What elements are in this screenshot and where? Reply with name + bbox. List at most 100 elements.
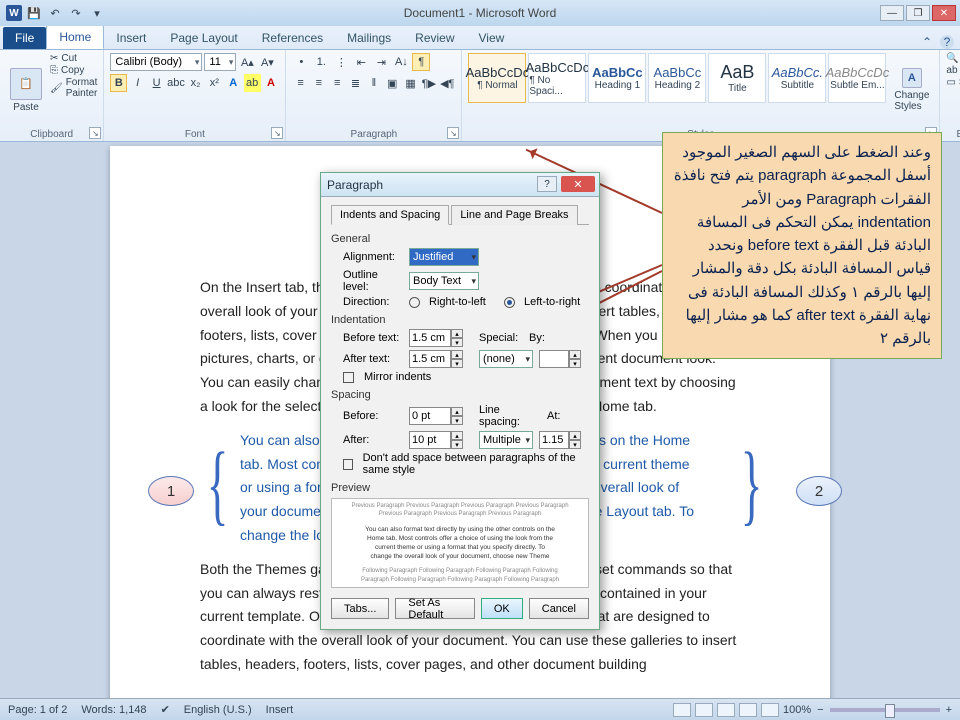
multilevel-button[interactable]: ⋮ — [332, 53, 350, 71]
before-text-spinner[interactable]: ▴▾ — [409, 329, 463, 347]
at-input[interactable] — [539, 431, 569, 449]
increase-indent-button[interactable]: ⇥ — [372, 53, 390, 71]
zoom-in-button[interactable]: + — [946, 704, 952, 716]
dialog-titlebar[interactable]: Paragraph ? ✕ — [321, 173, 599, 197]
view-outline[interactable] — [739, 703, 757, 717]
paste-button[interactable]: 📋 Paste — [6, 53, 46, 127]
text-effects-button[interactable]: A — [225, 74, 242, 92]
by-spinner[interactable]: ▴▾ — [539, 350, 581, 368]
copy-button[interactable]: ⎘Copy — [50, 65, 97, 76]
align-left-button[interactable]: ≡ — [292, 74, 308, 92]
style-heading1[interactable]: AaBbCcHeading 1 — [588, 53, 646, 103]
select-button[interactable]: ▭Select ▾ — [946, 77, 960, 88]
view-web-layout[interactable] — [717, 703, 735, 717]
at-spinner[interactable]: ▴▾ — [539, 431, 581, 449]
status-zoom[interactable]: 100% — [783, 704, 811, 716]
dialog-help-button[interactable]: ? — [537, 176, 557, 192]
minimize-button[interactable]: ― — [880, 5, 904, 21]
dialog-tab-indents[interactable]: Indents and Spacing — [331, 205, 449, 225]
by-input[interactable] — [539, 350, 569, 368]
bold-button[interactable]: B — [110, 74, 127, 92]
font-size-combo[interactable]: 11 — [204, 53, 236, 71]
ribbon-minimize-icon[interactable]: ⌃ — [922, 35, 932, 49]
shading-button[interactable]: ▣ — [384, 74, 400, 92]
numbering-button[interactable]: 1. — [312, 53, 330, 71]
undo-button[interactable]: ↶ — [46, 4, 64, 22]
help-icon[interactable]: ? — [940, 35, 954, 49]
font-family-combo[interactable]: Calibri (Body) — [110, 53, 202, 71]
tab-references[interactable]: References — [250, 27, 335, 49]
tab-review[interactable]: Review — [403, 27, 466, 49]
decrease-indent-button[interactable]: ⇤ — [352, 53, 370, 71]
tab-view[interactable]: View — [467, 27, 517, 49]
style-title[interactable]: AaBTitle — [708, 53, 766, 103]
change-styles-button[interactable]: A Change Styles — [890, 53, 933, 127]
bullets-button[interactable]: • — [292, 53, 310, 71]
spacing-after-input[interactable] — [409, 431, 451, 449]
tab-home[interactable]: Home — [46, 25, 104, 49]
zoom-out-button[interactable]: − — [817, 704, 823, 716]
underline-button[interactable]: U — [148, 74, 165, 92]
clipboard-launcher[interactable]: ↘ — [89, 127, 101, 139]
format-painter-button[interactable]: 🖌Format Painter — [50, 77, 97, 99]
status-page[interactable]: Page: 1 of 2 — [8, 704, 67, 716]
before-text-input[interactable] — [409, 329, 451, 347]
cut-button[interactable]: ✂Cut — [50, 53, 97, 64]
ok-button[interactable]: OK — [481, 598, 523, 619]
save-button[interactable]: 💾 — [25, 4, 43, 22]
linespacing-select[interactable]: Multiple — [479, 431, 533, 449]
status-language[interactable]: English (U.S.) — [184, 704, 252, 716]
dialog-tab-breaks[interactable]: Line and Page Breaks — [451, 205, 577, 225]
after-text-input[interactable] — [409, 350, 451, 368]
justify-button[interactable]: ≣ — [347, 74, 363, 92]
italic-button[interactable]: I — [129, 74, 146, 92]
style-subtitle[interactable]: AaBbCc.Subtitle — [768, 53, 826, 103]
tab-page-layout[interactable]: Page Layout — [158, 27, 249, 49]
grow-font-button[interactable]: A▴ — [238, 53, 256, 71]
special-select[interactable]: (none) — [479, 350, 533, 368]
restore-button[interactable]: ❐ — [906, 5, 930, 21]
sort-button[interactable]: A↓ — [392, 53, 410, 71]
after-text-spinner[interactable]: ▴▾ — [409, 350, 463, 368]
font-color-button[interactable]: A — [263, 74, 280, 92]
paragraph-launcher[interactable]: ↘ — [447, 127, 459, 139]
mirror-checkbox[interactable] — [343, 372, 354, 383]
outline-select[interactable]: Body Text — [409, 272, 479, 290]
subscript-button[interactable]: x₂ — [187, 74, 204, 92]
highlight-button[interactable]: ab — [244, 74, 261, 92]
align-center-button[interactable]: ≡ — [311, 74, 327, 92]
redo-button[interactable]: ↷ — [67, 4, 85, 22]
tabs-button[interactable]: Tabs... — [331, 598, 389, 619]
rtl-radio[interactable] — [409, 297, 420, 308]
spacing-before-spinner[interactable]: ▴▾ — [409, 407, 463, 425]
borders-button[interactable]: ▦ — [402, 74, 418, 92]
cancel-button[interactable]: Cancel — [529, 598, 589, 619]
spacing-before-input[interactable] — [409, 407, 451, 425]
view-full-screen[interactable] — [695, 703, 713, 717]
alignment-select[interactable]: Justified — [409, 248, 479, 266]
rtl-button[interactable]: ◀¶ — [439, 74, 455, 92]
status-proof-icon[interactable]: ✔ — [161, 703, 170, 716]
qat-customize[interactable]: ▾ — [88, 4, 106, 22]
show-marks-button[interactable]: ¶ — [412, 53, 430, 71]
set-default-button[interactable]: Set As Default — [395, 598, 474, 619]
shrink-font-button[interactable]: A▾ — [258, 53, 276, 71]
font-launcher[interactable]: ↘ — [271, 127, 283, 139]
spacing-after-spinner[interactable]: ▴▾ — [409, 431, 463, 449]
replace-button[interactable]: abReplace — [946, 65, 960, 76]
ltr-button[interactable]: ¶▶ — [421, 74, 437, 92]
strike-button[interactable]: abc — [167, 74, 185, 92]
find-button[interactable]: 🔍Find ▾ — [946, 53, 960, 64]
superscript-button[interactable]: x² — [206, 74, 223, 92]
dialog-close-button[interactable]: ✕ — [561, 176, 595, 192]
style-nospacing[interactable]: AaBbCcDc¶ No Spaci... — [528, 53, 586, 103]
view-draft[interactable] — [761, 703, 779, 717]
tab-file[interactable]: File — [3, 27, 46, 49]
status-insert[interactable]: Insert — [266, 704, 294, 716]
ltr-radio[interactable] — [504, 297, 515, 308]
style-subtle-em[interactable]: AaBbCcDcSubtle Em... — [828, 53, 886, 103]
view-print-layout[interactable] — [673, 703, 691, 717]
line-spacing-button[interactable]: ‖ — [366, 74, 382, 92]
tab-mailings[interactable]: Mailings — [335, 27, 403, 49]
style-normal[interactable]: AaBbCcDc¶ Normal — [468, 53, 526, 103]
